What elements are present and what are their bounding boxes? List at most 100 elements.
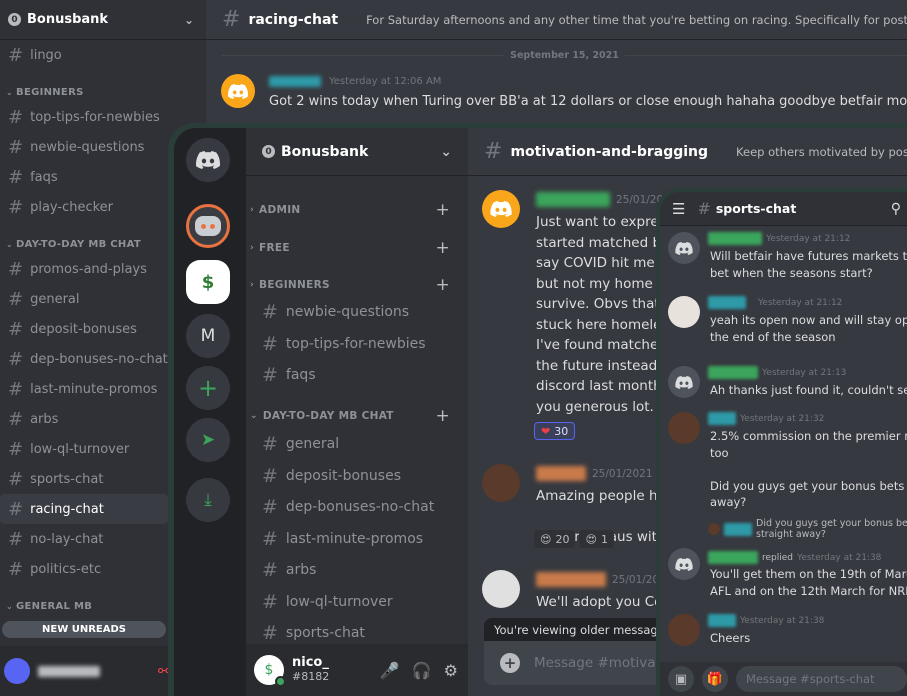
bg-channel-dep-bonuses-no-chat[interactable]: # dep-bonuses-no-chat [0, 344, 168, 374]
avatar[interactable] [668, 296, 700, 328]
avatar[interactable] [668, 232, 700, 264]
bg-channel-general[interactable]: # general [0, 284, 168, 314]
bg-channel-play-checker[interactable]: # play-checker [0, 192, 168, 222]
add-attachment-icon[interactable]: + [500, 653, 520, 673]
hash-icon: # [8, 558, 24, 580]
server-robot-icon[interactable] [186, 204, 230, 248]
hash-icon: # [8, 136, 24, 158]
bg-server-header[interactable]: 0 Bonusbank ⌄ [0, 0, 206, 40]
bg-category[interactable]: ⌄ BEGINNERS [0, 84, 206, 100]
hash-icon: # [8, 166, 24, 188]
channel-deposit-bonuses[interactable]: # deposit-bonuses [254, 461, 454, 491]
username: nico_ [292, 655, 329, 670]
hash-icon: # [8, 258, 24, 280]
avatar[interactable]: $ [254, 655, 286, 687]
category-day-to-day[interactable]: ⌄ DAY-TO-DAY MB CHAT + [246, 406, 468, 426]
avatar[interactable] [482, 464, 520, 502]
category-free[interactable]: › FREE + [246, 238, 468, 258]
gear-icon[interactable]: ⚙ [444, 661, 458, 680]
category-admin[interactable]: › ADMIN + [246, 200, 468, 220]
bg-channel-faqs[interactable]: # faqs [0, 162, 168, 192]
avatar[interactable] [668, 412, 700, 444]
server-money-icon[interactable]: $ [186, 260, 230, 304]
bg-channel-last-minute-promos[interactable]: # last-minute-promos [0, 374, 168, 404]
bg-channel-lingo[interactable]: # lingo [0, 40, 168, 70]
channel-faqs[interactable]: # faqs [254, 360, 454, 390]
channel-general[interactable]: # general [254, 429, 454, 459]
avatar[interactable] [668, 614, 700, 646]
reaction-hearts-face: 😍 20 [534, 530, 576, 548]
phone-window: ☰ # sports-chat ⚲ Yesterday at 21:12 Wil… [656, 188, 907, 696]
hash-icon: # [8, 288, 24, 310]
add-server-icon[interactable]: + [186, 366, 230, 410]
chevron-down-icon[interactable]: ⌄ [184, 13, 194, 27]
channel-arbs[interactable]: # arbs [254, 555, 454, 585]
bg-channel-arbs[interactable]: # arbs [0, 404, 168, 434]
channel-top-tips[interactable]: # top-tips-for-newbies [254, 329, 454, 359]
mute-icon[interactable]: 🎤 [380, 661, 400, 680]
add-channel-icon: + [435, 275, 450, 295]
bg-channel-no-lay-chat[interactable]: # no-lay-chat [0, 524, 168, 554]
bg-channel-header: # racing-chat For Saturday afternoons an… [206, 0, 907, 40]
message-time: Yesterday at 12:06 AM [329, 76, 442, 87]
channel-low-ql-turnover[interactable]: # low-ql-turnover [254, 587, 454, 617]
add-channel-icon: + [435, 200, 450, 220]
new-unreads-banner[interactable]: NEW UNREADS [2, 621, 166, 638]
channel-last-minute-promos[interactable]: # last-minute-promos [254, 524, 454, 554]
bg-channel-topic: For Saturday afternoons and any other ti… [366, 12, 907, 27]
bg-channel-newbie-questions[interactable]: # newbie-questions [0, 132, 168, 162]
avatar[interactable] [4, 658, 30, 684]
message-text: Got 2 wins today when Turing over BB'a a… [269, 94, 907, 109]
reaction-heart-eyes: 😍 1 [579, 530, 614, 548]
add-channel-icon: + [435, 406, 450, 426]
user-tag: #8182 [292, 670, 330, 683]
date-divider: September 15, 2021 [222, 46, 907, 64]
bg-channel-racing-chat[interactable]: # racing-chat [0, 494, 168, 524]
reply-reference[interactable]: Did you guys get your bonus bet straight… [708, 518, 907, 540]
discord-home-icon[interactable] [186, 138, 230, 182]
gift-icon[interactable]: 🎁 [702, 666, 728, 692]
category-beginners[interactable]: › BEGINNERS + [246, 275, 468, 295]
avatar[interactable] [668, 548, 700, 580]
hamburger-menu-icon[interactable]: ☰ [672, 200, 685, 218]
add-channel-icon: + [435, 238, 450, 258]
bg-channel-low-ql-turnover[interactable]: # low-ql-turnover [0, 434, 168, 464]
phone-header: ☰ # sports-chat ⚲ [660, 192, 907, 226]
chevron-down-icon[interactable]: ⌄ [440, 144, 452, 160]
hash-icon: # [8, 468, 24, 490]
channel-dep-bonuses-no-chat[interactable]: # dep-bonuses-no-chat [254, 492, 454, 522]
bg-channel-title: racing-chat [248, 11, 339, 28]
username-blurred [38, 665, 100, 677]
search-icon[interactable]: ⚲ [891, 201, 901, 217]
reaction-heart: ❤ 30 [534, 422, 576, 440]
bg-channel-sports-chat[interactable]: # sports-chat [0, 464, 168, 494]
explore-compass-icon[interactable]: ➤ [186, 418, 230, 462]
download-icon[interactable]: ⤓ [186, 478, 230, 522]
server-m-icon[interactable]: M [186, 314, 230, 358]
avatar[interactable] [221, 74, 255, 108]
avatar[interactable] [668, 366, 700, 398]
front-channel-title: motivation-and-bragging [510, 143, 709, 160]
phone-channel-title: sports-chat [715, 201, 797, 216]
hash-icon: # [8, 528, 24, 550]
server-rail: $ M + ➤ ⤓ [174, 128, 246, 696]
hash-icon: # [8, 106, 24, 128]
bg-channel-top-tips-for-newbies[interactable]: # top-tips-for-newbies [0, 102, 168, 132]
image-icon[interactable]: ▣ [668, 666, 694, 692]
bg-channel-politics-etc[interactable]: # politics-etc [0, 554, 168, 584]
hash-icon: # [8, 348, 24, 370]
hash-icon: # [8, 378, 24, 400]
server-boost-icon: 0 [8, 13, 21, 26]
bg-channel-promos-and-plays[interactable]: # promos-and-plays [0, 254, 168, 284]
bg-channel-deposit-bonuses[interactable]: # deposit-bonuses [0, 314, 168, 344]
headphones-icon[interactable]: 🎧 [412, 661, 432, 680]
channel-newbie-questions[interactable]: # newbie-questions [254, 297, 454, 327]
message-text: We'll adopt you Coc [536, 594, 670, 610]
front-server-header[interactable]: 0 Bonusbank ⌄ [246, 128, 468, 176]
phone-message-input[interactable]: Message #sports-chat [736, 666, 907, 692]
avatar[interactable] [482, 190, 520, 228]
front-channel-topic: Keep others motivated by posting (bra [736, 144, 907, 159]
hash-icon: # [8, 44, 24, 66]
hash-icon: # [8, 438, 24, 460]
avatar[interactable] [482, 570, 520, 608]
